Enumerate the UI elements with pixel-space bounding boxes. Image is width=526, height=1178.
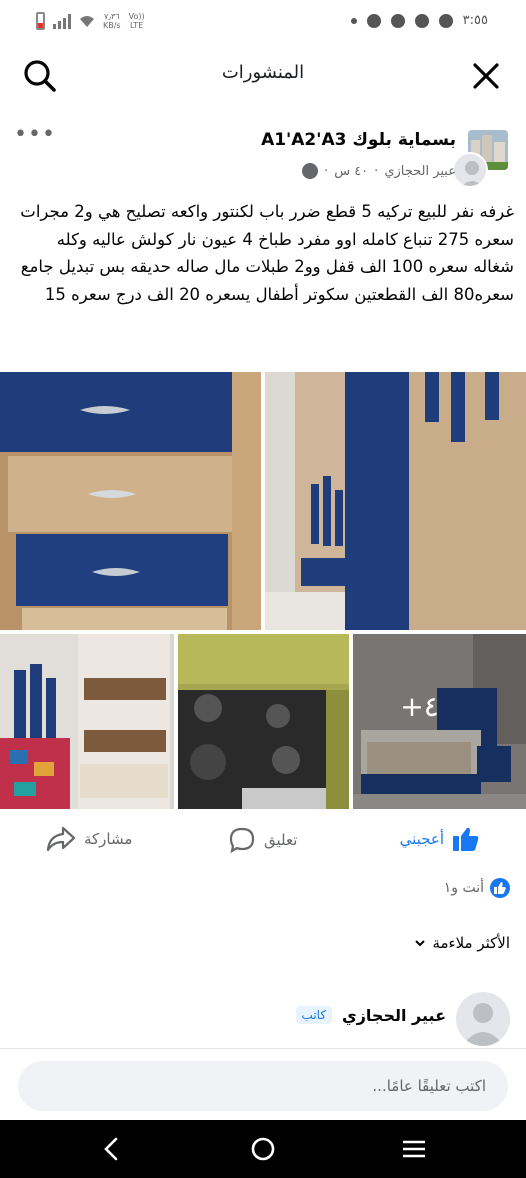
network-type: Vo)) LTE — [129, 12, 145, 30]
more-photos-overlay[interactable]: +٤ — [353, 634, 526, 809]
post-text: غرفه نفر للبيع تركيه 5 قطع ضرر باب لكنتو… — [20, 202, 514, 304]
home-icon[interactable] — [247, 1133, 279, 1165]
author-badge: كاتب — [295, 1006, 333, 1024]
network-speed: ٧٫٣٦ KB/s — [103, 12, 121, 30]
meta-separator-2: · — [324, 163, 329, 179]
globe-icon — [302, 163, 319, 179]
chevron-down-icon — [415, 940, 426, 947]
share-button[interactable]: مشاركة — [46, 826, 132, 852]
notification-dot-icon — [350, 17, 357, 24]
back-icon[interactable] — [96, 1133, 128, 1165]
battery-icon — [36, 12, 45, 30]
network-type-2: LTE — [129, 21, 144, 30]
messenger-icon — [414, 13, 429, 28]
comment-button[interactable]: تعليق — [228, 826, 297, 854]
share-label: مشاركة — [84, 830, 133, 848]
wifi-icon — [80, 16, 94, 27]
photo-wardrobe[interactable] — [265, 372, 526, 630]
reactions-count: أنت و١ — [443, 880, 484, 896]
reactions-summary[interactable]: أنت و١ — [444, 878, 510, 898]
like-icon — [453, 827, 479, 851]
share-icon — [46, 826, 76, 852]
signal-icon — [53, 13, 71, 29]
status-left: ٧٫٣٦ KB/s Vo)) LTE — [36, 12, 145, 30]
like-button[interactable]: أعجبني — [400, 826, 480, 852]
close-icon[interactable] — [466, 56, 506, 96]
speed-unit: KB/s — [103, 21, 121, 30]
commenter-name[interactable]: عبير الحجازي — [342, 1006, 446, 1025]
comment-input[interactable]: اكتب تعليقًا عامًا... — [18, 1061, 508, 1111]
photo-stove[interactable] — [178, 634, 349, 809]
post-options-icon[interactable]: ••• — [14, 122, 56, 147]
comment-icon — [229, 827, 255, 854]
author-name[interactable]: عبير الحجازي — [384, 164, 456, 179]
clock: ٣:٥٥ — [462, 13, 488, 28]
recent-apps-icon[interactable] — [398, 1133, 430, 1165]
like-reaction-icon — [490, 878, 510, 898]
comment-label: تعليق — [264, 831, 298, 849]
speed-value: ٧٫٣٦ — [104, 12, 120, 21]
photo-drawers[interactable] — [0, 372, 261, 630]
more-photos-count: +٤ — [400, 690, 439, 723]
snapchat-icon-2 — [390, 13, 405, 28]
post-time[interactable]: ٤٠ س — [334, 164, 368, 179]
snapchat-icon — [366, 13, 381, 28]
photo-shelves[interactable] — [0, 634, 174, 809]
status-right: ٣:٥٥ — [350, 13, 488, 28]
comments-sort-dropdown[interactable]: الأكثر ملاءمة — [414, 934, 510, 952]
photo-bed[interactable]: +٤ — [353, 634, 526, 809]
network-type-1: Vo)) — [128, 12, 145, 21]
author-avatar[interactable] — [452, 152, 488, 188]
comment-item: عبير الحجازي كاتب — [295, 992, 510, 1046]
post-actions: أعجبني تعليق مشاركة — [0, 818, 526, 864]
comment-composer-bar: اكتب تعليقًا عامًا... — [0, 1048, 526, 1120]
sort-label: الأكثر ملاءمة — [432, 934, 510, 952]
commenter-avatar[interactable] — [456, 992, 510, 1046]
status-bar: ٧٫٣٦ KB/s Vo)) LTE ٣:٥٥ — [0, 0, 526, 44]
like-label: أعجبني — [399, 830, 444, 848]
post-meta: عبير الحجازي · ٤٠ س · — [302, 163, 456, 179]
meta-separator: · — [374, 163, 379, 179]
messenger-icon-2 — [438, 13, 453, 28]
system-navigation-bar — [0, 1120, 526, 1178]
app-header: المنشورات — [0, 44, 526, 106]
group-name[interactable]: بسماية بلوك A1'A2'A3 — [261, 130, 456, 150]
page-title: المنشورات — [221, 62, 305, 83]
